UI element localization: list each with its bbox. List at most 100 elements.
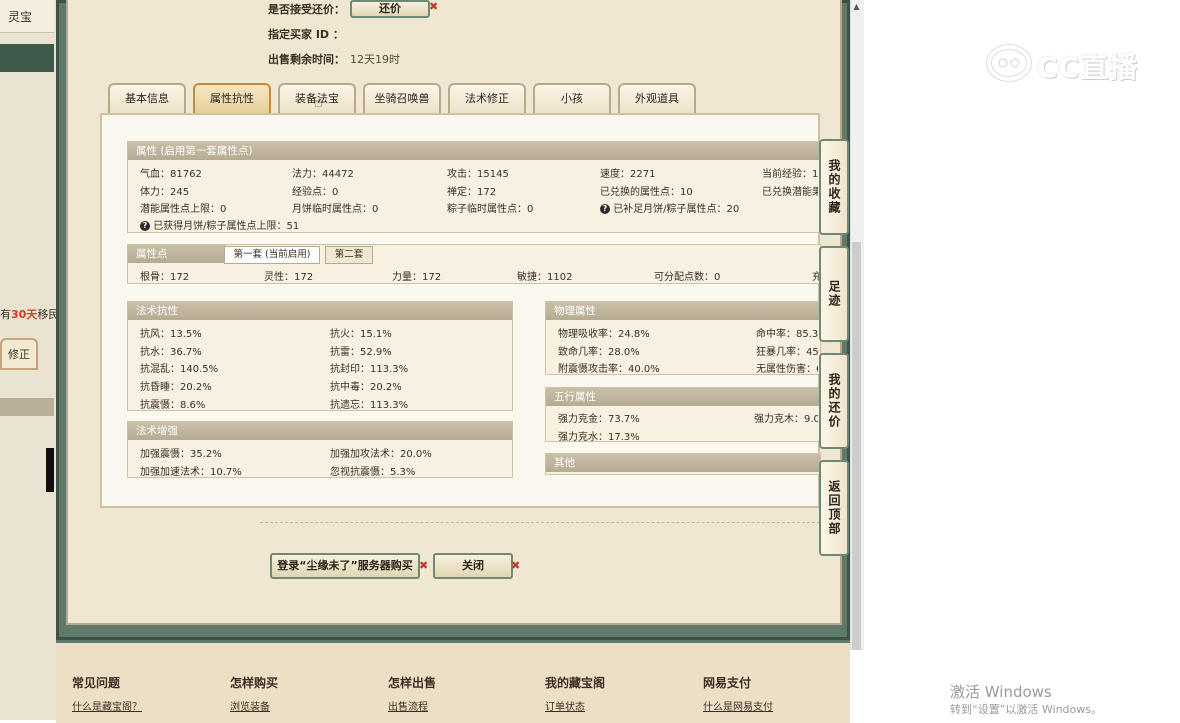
close-x-icon: ✖ — [511, 559, 521, 572]
elem-metal: 强力克金：73.7% — [558, 414, 640, 425]
accept-bargain-label: 是否接受还价： — [268, 3, 345, 16]
sidebar-back-to-top[interactable]: 返回顶部 — [819, 460, 849, 556]
windows-activation-title: 激活 Windows — [950, 683, 1052, 701]
tab-appearance[interactable]: 外观道具 — [618, 83, 696, 113]
phys-rage: 狂暴几率：45.0% — [756, 347, 818, 358]
sidebar-favorites[interactable]: 我的收藏 — [819, 139, 849, 235]
attr-zongzi-temp: 粽子临时属性点：0 — [447, 204, 534, 215]
footer-buy-link[interactable]: 浏览装备 — [230, 698, 270, 713]
five-elements-title: 五行属性 — [546, 388, 820, 406]
spell-boost-title: 法术增强 — [128, 422, 512, 440]
footer-my-title: 我的藏宝阁 — [545, 676, 606, 690]
attr-mooncake-temp: 月饼临时属性点：0 — [292, 204, 379, 215]
bargain-button[interactable]: 还价 — [350, 0, 430, 18]
attr-filled-points: ? 已补足月饼/粽子属性点：20 — [600, 200, 739, 215]
remaining-time-label: 出售剩余时间： — [268, 53, 345, 66]
resist-wind: 抗风：13.5% — [140, 329, 202, 340]
physical-title: 物理属性 — [546, 302, 820, 320]
logo-text: CC直播 — [1037, 51, 1139, 84]
elem-water: 强力克水：17.3% — [558, 432, 640, 443]
attr-mp: 法力：44472 — [292, 169, 354, 180]
scrollbar-thumb[interactable] — [852, 242, 861, 650]
resist-thunder: 抗雷：52.9% — [330, 347, 392, 358]
point-spirit: 灵性：172 — [264, 272, 314, 283]
resist-deter: 抗震慑：8.6% — [140, 400, 206, 411]
subtab-set-one[interactable]: 第一套 (当前启用) — [224, 246, 320, 264]
attr-exchanged-points: 已兑换的属性点：10 — [600, 187, 693, 198]
other-title: 其他 — [546, 454, 820, 472]
mouse-cursor-icon: ☝ — [314, 95, 323, 111]
footer-my-link[interactable]: 订单状态 — [545, 698, 585, 713]
elem-wood: 强力克木：9.0% — [754, 414, 818, 425]
attr-points-title: 属性点 — [128, 245, 226, 263]
remaining-time-value: 12天19时 — [350, 53, 400, 66]
tab-child[interactable]: 小孩 — [533, 83, 611, 113]
scroll-up-icon[interactable]: ▲ — [850, 0, 863, 14]
resist-forget: 抗遗忘：113.3% — [330, 400, 409, 411]
bargain-close-icon: ✖ — [429, 0, 439, 13]
resist-poison: 抗中毒：20.2% — [330, 382, 402, 393]
attr-exp-points: 经验点：0 — [292, 187, 339, 198]
attr-potential-limit: 潜能属性点上限：0 — [140, 204, 227, 215]
attributes-title: 属性 (启用第一套属性点) — [128, 142, 820, 160]
ignore-deter-resist: 忽视抗震慑：5.3% — [330, 467, 416, 478]
sidebar-footprints[interactable]: 足迹 — [819, 246, 849, 342]
help-icon[interactable]: ? — [140, 221, 150, 231]
attr-hp: 气血：81762 — [140, 169, 202, 180]
footer-sell-link[interactable]: 出售流程 — [388, 698, 428, 713]
resist-seal: 抗封印：113.3% — [330, 364, 409, 375]
attr-attack: 攻击：15145 — [447, 169, 509, 180]
login-buy-button[interactable]: 登录“尘缘未了”服务器购买 — [270, 553, 420, 579]
tab-basic-info[interactable]: 基本信息 — [108, 83, 186, 113]
resist-water: 抗水：36.7% — [140, 347, 202, 358]
point-available: 可分配点数：0 — [654, 272, 721, 283]
help-icon[interactable]: ? — [600, 204, 610, 214]
close-button[interactable]: 关闭 — [433, 553, 513, 579]
attr-speed: 速度：2271 — [600, 169, 656, 180]
sidebar-my-bargains[interactable]: 我的还价 — [819, 353, 849, 449]
buyer-id-label: 指定买家 ID ： — [268, 28, 344, 41]
attr-exchanged-potential: 已兑换潜能果 — [762, 187, 818, 198]
footer-sell-title: 怎样出售 — [388, 676, 437, 690]
left-strip-notice: 有30天移民 — [0, 308, 60, 321]
login-buy-close-icon: ✖ — [419, 559, 429, 572]
phys-neutral-damage: 无属性伤害：6 — [756, 364, 818, 375]
footer-faq-title: 常见问题 — [72, 676, 121, 690]
tab-spell-correction[interactable]: 法术修正 — [448, 83, 526, 113]
cc-logo-icon — [986, 44, 1032, 82]
resist-chaos: 抗混乱：140.5% — [140, 364, 219, 375]
phys-deter-attack: 附震慑攻击率：40.0% — [558, 364, 660, 375]
boost-speed-spell: 加强加速法术：10.7% — [140, 467, 242, 478]
boost-attack-spell: 加强加攻法术：20.0% — [330, 449, 432, 460]
point-agility: 敏捷：1102 — [517, 272, 573, 283]
phys-crit: 致命几率：28.0% — [558, 347, 640, 358]
point-strength: 力量：172 — [392, 272, 442, 283]
divider-line — [260, 522, 820, 523]
footer-buy-title: 怎样购买 — [230, 676, 279, 690]
attr-current-exp: 当前经验：18 — [762, 169, 818, 180]
resist-sleep: 抗昏睡：20.2% — [140, 382, 212, 393]
phys-hit: 命中率：85.3% — [756, 329, 818, 340]
left-strip-dark-block — [46, 448, 54, 492]
attr-stamina: 体力：245 — [140, 187, 190, 198]
left-strip-title: 灵宝 — [8, 10, 33, 24]
resist-fire: 抗火：15.1% — [330, 329, 392, 340]
attr-mooncake-limit: ? 已获得月饼/粽子属性点上限：51 — [140, 217, 299, 232]
other-section: 其他 — [545, 453, 821, 475]
phys-absorb: 物理吸收率：24.8% — [558, 329, 650, 340]
attr-meditation: 禅定：172 — [447, 187, 497, 198]
windows-activation-hint: 转到“设置”以激活 Windows。 — [950, 703, 1102, 716]
point-constitution: 根骨：172 — [140, 272, 190, 283]
background-page-strip: 灵宝 有30天移民 修正 — [0, 0, 60, 720]
boost-deter: 加强震慑：35.2% — [140, 449, 222, 460]
subtab-set-two[interactable]: 第二套 — [325, 246, 373, 264]
footer-pay-link[interactable]: 什么是网易支付 — [703, 698, 773, 713]
footer-faq-link[interactable]: 什么是藏宝阁？ — [72, 698, 142, 713]
footer-pay-title: 网易支付 — [703, 676, 752, 690]
tab-mount-summon[interactable]: 坐骑召唤兽 — [363, 83, 441, 113]
tab-attributes-resist[interactable]: 属性抗性 — [193, 83, 271, 113]
spell-resist-title: 法术抗性 — [128, 302, 512, 320]
desktop-background — [864, 0, 1180, 720]
cc-live-logo: CC直播 — [985, 40, 1145, 86]
left-strip-tab[interactable]: 修正 — [0, 338, 38, 370]
